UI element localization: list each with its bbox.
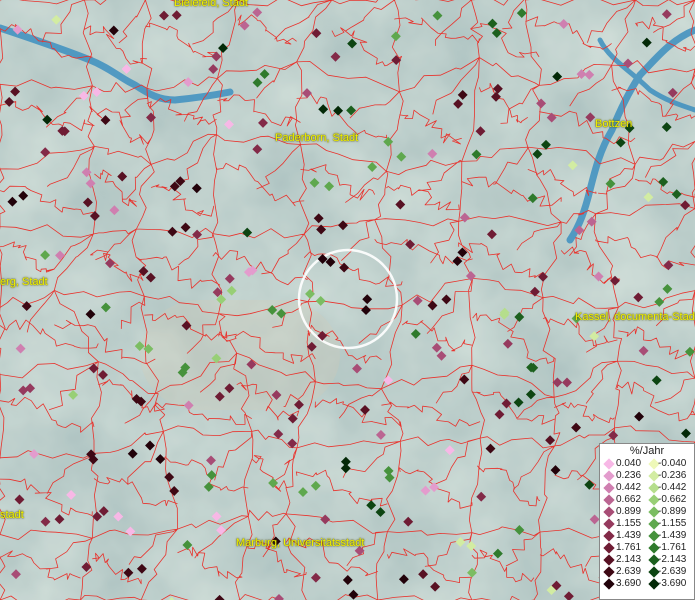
legend-swatch-icon (603, 494, 615, 506)
legend-value: 3.690 (616, 578, 642, 589)
city-label: Marburg, Universitätsstadt (236, 537, 365, 549)
legend-value: -1.439 (658, 530, 687, 541)
legend-swatch-icon (603, 506, 615, 518)
legend-value: 2.639 (616, 566, 642, 577)
legend-row: 1.155 -1.155 (600, 518, 694, 530)
legend-swatch-icon (603, 554, 615, 566)
legend-value: 0.662 (616, 494, 642, 505)
city-label: Bottzen (595, 118, 633, 130)
legend-value: -0.040 (658, 458, 687, 469)
legend-row: 0.442 -0.442 (600, 482, 694, 494)
legend-value: 0.236 (616, 470, 642, 481)
legend-swatch-icon (603, 470, 615, 482)
legend-value: 0.899 (616, 506, 642, 517)
legend-row: 2.639 -2.639 (600, 566, 694, 578)
legend-value: -0.899 (658, 506, 687, 517)
legend-value: -0.662 (658, 494, 687, 505)
city-label: Paderborn, Stadt (275, 132, 359, 144)
legend-row: 0.236 -0.236 (600, 470, 694, 482)
legend-row: 0.040 -0.040 (600, 458, 694, 470)
legend-value: -0.236 (658, 470, 687, 481)
legend-value: 0.442 (616, 482, 642, 493)
legend-value: -1.155 (658, 518, 687, 529)
legend-row: 2.143 -2.143 (600, 554, 694, 566)
city-label: Bielefeld, Stadt (174, 0, 248, 9)
legend-title: %/Jahr (629, 445, 665, 457)
legend-row: 0.662 -0.662 (600, 494, 694, 506)
city-label: stadt (0, 509, 24, 521)
legend-swatch-icon (603, 542, 615, 554)
legend-rows: 0.040 -0.040 0.236 -0.236 0.442 -0.442 0.662 -0… (600, 458, 694, 590)
legend: %/Jahr 0.040 -0.040 0.236 -0.236 0.442 -0.442… (599, 443, 695, 600)
legend-value: -0.442 (658, 482, 687, 493)
legend-value: 1.761 (616, 542, 642, 553)
legend-value: -2.639 (658, 566, 687, 577)
legend-swatch-icon (603, 530, 615, 542)
map-canvas[interactable] (0, 0, 695, 600)
legend-value: 1.439 (616, 530, 642, 541)
legend-swatch-icon (603, 518, 615, 530)
legend-value: -1.761 (658, 542, 687, 553)
legend-value: 0.040 (616, 458, 642, 469)
legend-swatch-icon (603, 458, 615, 470)
legend-swatch-icon (603, 566, 615, 578)
legend-row: 0.899 -0.899 (600, 506, 694, 518)
legend-value: -2.143 (658, 554, 687, 565)
legend-row: 3.690 -3.690 (600, 578, 694, 590)
legend-row: 1.439 -1.439 (600, 530, 694, 542)
legend-swatch-icon (603, 578, 615, 590)
city-label: erg, Stadt (0, 276, 48, 288)
legend-row: 1.761 -1.761 (600, 542, 694, 554)
legend-value: -3.690 (658, 578, 687, 589)
city-label: Kassel, documenta-Stadt (575, 311, 695, 323)
legend-value: 1.155 (616, 518, 642, 529)
legend-swatch-icon (603, 482, 615, 494)
legend-value: 2.143 (616, 554, 642, 565)
